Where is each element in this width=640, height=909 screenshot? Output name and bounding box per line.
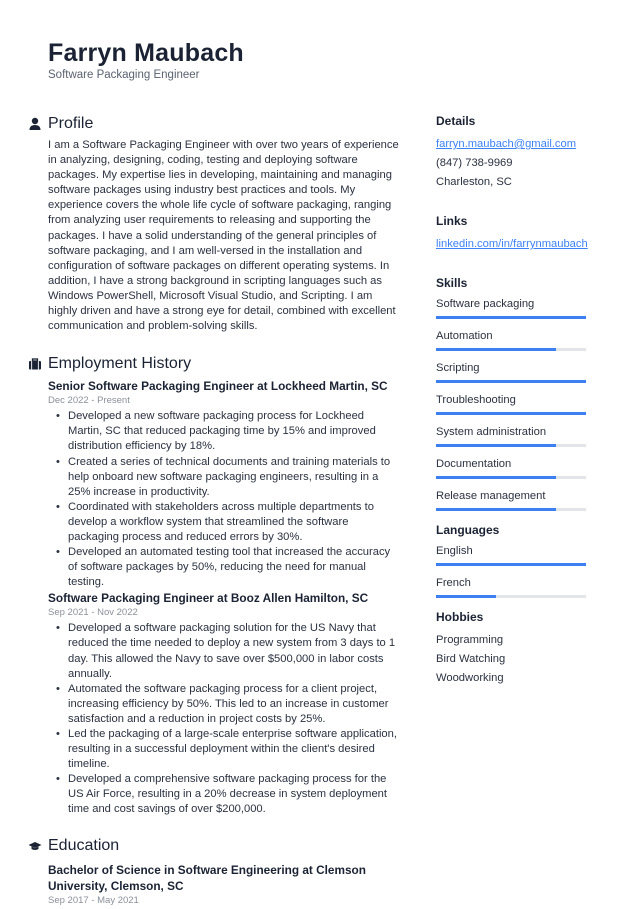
skill-level-bar — [436, 476, 586, 479]
job-title: Senior Software Packaging Engineer at Lo… — [48, 379, 388, 394]
skill-level-fill — [436, 380, 586, 383]
hobby-item: Programming — [436, 634, 504, 646]
main-column: Profile I am a Software Packaging Engine… — [28, 114, 400, 909]
language-item: French — [436, 576, 588, 598]
job-dates: Dec 2022 - Present — [48, 395, 130, 407]
job-dates: Sep 2021 - Nov 2022 — [48, 607, 138, 619]
skill-level-bar — [436, 444, 586, 447]
candidate-title: Software Packaging Engineer — [48, 69, 200, 81]
language-item: English — [436, 544, 588, 566]
skill-label: Release management — [436, 490, 546, 502]
languages-section: Languages English French — [436, 523, 588, 598]
job-bullet: Automated the software packaging process… — [56, 682, 400, 727]
hobbies-section: Hobbies Programming Bird Watching Woodwork… — [436, 610, 588, 688]
job-bullet: Developed a software packaging solution … — [56, 621, 400, 681]
profile-heading: Profile — [29, 114, 400, 134]
employment-section: Employment History Senior Software Packa… — [29, 354, 400, 817]
email-link[interactable]: farryn.maubach@gmail.com — [436, 135, 588, 154]
skill-label: System administration — [436, 426, 547, 438]
education-heading: Education — [28, 836, 400, 856]
skill-level-fill — [436, 412, 586, 415]
linkedin-link[interactable]: linkedin.com/in/farrynmaubach — [436, 235, 588, 254]
job-list: Senior Software Packaging Engineer at Lo… — [48, 378, 400, 817]
job-bullets: Developed a new software packaging proce… — [48, 409, 400, 590]
language-level-fill — [436, 563, 586, 566]
languages-heading: Languages — [436, 523, 500, 537]
employment-heading: Employment History — [29, 354, 400, 374]
skill-level-bar — [436, 380, 586, 383]
profile-text: I am a Software Packaging Engineer with … — [48, 139, 399, 333]
skill-label: Software packaging — [436, 298, 535, 310]
skills-section: Skills Software packaging Automation Scrip… — [436, 276, 588, 511]
profile-section: Profile I am a Software Packaging Engine… — [29, 114, 400, 334]
skill-level-bar — [436, 508, 586, 511]
resume-header: Farryn Maubach Software Packaging Engine… — [48, 38, 244, 82]
language-label: English — [436, 545, 473, 557]
job-bullet: Developed a comprehensive software packa… — [56, 772, 400, 817]
skill-label: Scripting — [436, 362, 480, 374]
languages-list: English French — [436, 544, 588, 598]
job-bullet: Developed a new software packaging proce… — [56, 409, 400, 454]
job-bullet: Coordinated with stakeholders across mul… — [56, 500, 400, 545]
language-level-bar — [436, 595, 586, 598]
hobbies-list: Programming Bird Watching Woodworking — [436, 631, 588, 688]
skill-level-fill — [436, 348, 556, 351]
skills-heading: Skills — [436, 276, 468, 290]
details-section: Details farryn.maubach@gmail.com (847) 7… — [436, 114, 588, 192]
skill-label: Troubleshooting — [436, 394, 516, 406]
education-title: Bachelor of Science in Software Engineer… — [48, 862, 366, 893]
skill-item: Scripting — [436, 361, 588, 383]
skill-level-fill — [436, 476, 556, 479]
candidate-name: Farryn Maubach — [48, 39, 244, 67]
links-heading: Links — [436, 214, 468, 228]
skill-level-bar — [436, 412, 586, 415]
skill-label: Automation — [436, 330, 493, 342]
skill-level-fill — [436, 444, 556, 447]
hobby-item: Woodworking — [436, 672, 504, 684]
skill-item: Software packaging — [436, 297, 588, 319]
hobby-item: Bird Watching — [436, 653, 506, 665]
education-heading-text: Education — [48, 836, 120, 854]
skills-list: Software packaging Automation Scripting Tro… — [436, 297, 588, 511]
sidebar: Details farryn.maubach@gmail.com (847) 7… — [436, 114, 588, 710]
skill-item: Release management — [436, 489, 588, 511]
skill-label: Documentation — [436, 458, 512, 470]
language-level-fill — [436, 595, 496, 598]
hobbies-heading: Hobbies — [436, 610, 484, 624]
skill-item: Documentation — [436, 457, 588, 479]
job-bullet: Developed an automated testing tool that… — [56, 545, 400, 590]
job-entry: Software Packaging Engineer at Booz Alle… — [48, 590, 400, 817]
education-section: Education Bachelor of Science in Softwar… — [28, 836, 400, 907]
profile-heading-text: Profile — [48, 115, 94, 132]
skill-item: System administration — [436, 425, 588, 447]
skill-item: Automation — [436, 329, 588, 351]
briefcase-icon — [28, 357, 42, 371]
details-heading: Details — [436, 114, 476, 128]
language-level-bar — [436, 563, 586, 566]
job-entry: Senior Software Packaging Engineer at Lo… — [48, 378, 400, 590]
job-bullet: Created a series of technical documents … — [56, 455, 400, 500]
skill-item: Troubleshooting — [436, 393, 588, 415]
language-label: French — [436, 577, 471, 589]
skill-level-bar — [436, 316, 586, 319]
location-text: Charleston, SC — [436, 176, 512, 188]
skill-level-fill — [436, 508, 556, 511]
employment-heading-text: Employment History — [48, 355, 192, 373]
job-bullet: Led the packaging of a large-scale enter… — [56, 727, 400, 772]
education-entry: Bachelor of Science in Software Engineer… — [48, 862, 400, 907]
job-bullets: Developed a software packaging solution … — [48, 621, 400, 817]
person-icon — [28, 117, 42, 131]
phone-text: (847) 738-9969 — [436, 157, 513, 169]
job-title: Software Packaging Engineer at Booz Alle… — [48, 591, 369, 606]
skill-level-fill — [436, 316, 586, 319]
graduation-cap-icon — [28, 839, 42, 853]
skill-level-bar — [436, 348, 586, 351]
links-section: Links linkedin.com/in/farrynmaubach — [436, 214, 588, 254]
